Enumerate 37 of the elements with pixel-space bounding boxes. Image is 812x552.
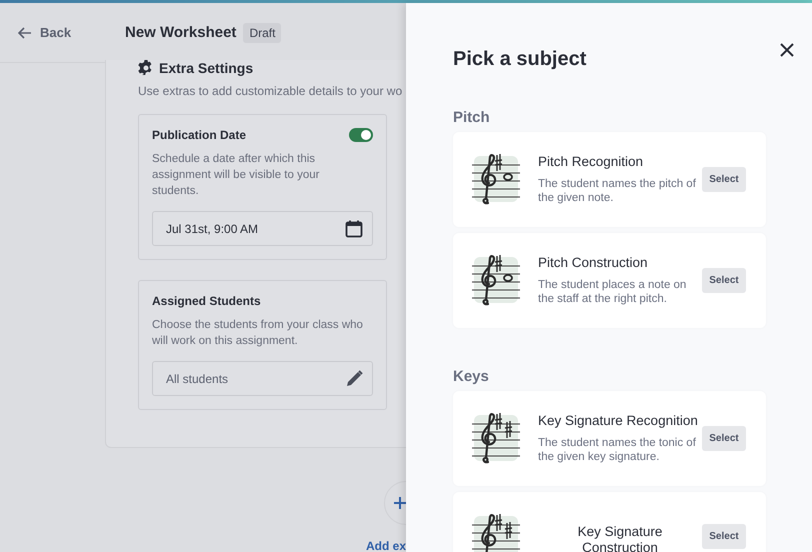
- subject-description: The student places a note on the staff at the right pitch.: [538, 278, 688, 306]
- settings-description: Use extras to add customizable details to your wo: [138, 84, 404, 98]
- calendar-icon: [345, 220, 363, 238]
- arrow-left-icon: [18, 26, 32, 38]
- add-link[interactable]: Add ex: [366, 539, 406, 552]
- group-heading: Keys: [453, 368, 490, 385]
- pencil-icon: [346, 370, 363, 387]
- section-description: Schedule a date after which this assignment will be visible to your students.: [152, 152, 320, 199]
- subject-title: Key Signature Construction: [576, 524, 664, 552]
- plus-icon: [394, 497, 406, 509]
- section-title: Assigned Students: [152, 294, 261, 308]
- toggle-switch[interactable]: [349, 128, 373, 142]
- section-title: Publication Date: [152, 128, 246, 142]
- subject-title: Pitch Recognition: [538, 154, 644, 169]
- status-badge: Draft: [243, 22, 282, 42]
- select-button[interactable]: Select: [702, 268, 746, 293]
- music-staff-icon: [472, 412, 520, 466]
- subject-description: The student names the tonic of the given key signature.: [538, 436, 697, 464]
- subject-title: Pitch Construction: [538, 255, 649, 270]
- group-heading: Pitch: [453, 109, 491, 126]
- select-button[interactable]: Select: [702, 524, 746, 549]
- back-link[interactable]: Back: [18, 25, 125, 40]
- section-description: Choose the students from your class who will work on this assignment.: [152, 318, 364, 349]
- select-button[interactable]: Select: [702, 426, 746, 451]
- music-staff-icon: [472, 254, 520, 308]
- date-field[interactable]: Jul 31st, 9:00 AM: [152, 211, 373, 246]
- drawer-title: Pick a subject: [453, 48, 588, 71]
- subject-title: Key Signature Recognition: [538, 413, 699, 428]
- subject-description: The student names the pitch of the given note.: [538, 177, 697, 205]
- settings-heading: Extra Settings: [159, 60, 254, 76]
- music-staff-icon: [472, 152, 520, 206]
- close-icon: [780, 43, 794, 57]
- close-button[interactable]: [780, 43, 796, 59]
- music-staff-icon: [472, 512, 520, 552]
- page-title: New Worksheet: [125, 24, 236, 41]
- select-button[interactable]: Select: [702, 167, 746, 192]
- students-field[interactable]: All students: [152, 361, 373, 396]
